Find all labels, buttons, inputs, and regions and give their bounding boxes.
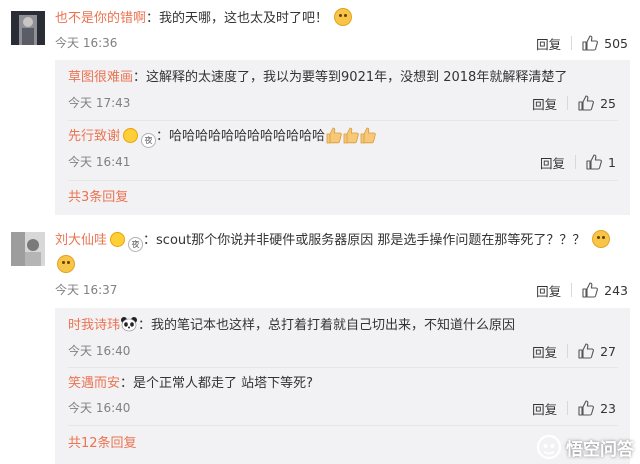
- reply-button[interactable]: 回复: [532, 342, 557, 361]
- reply-actions: 回复 25: [532, 93, 616, 113]
- member-crown-icon: [110, 232, 126, 247]
- comment-actions: 回复 243: [536, 280, 628, 300]
- divider: [575, 155, 577, 169]
- comment-text: 我的天哪，这也太及时了吧！: [159, 11, 329, 26]
- reply-line: 草图很难画：这解释的太速度了，我以为要等到9021年，没想到 2018年就解释清…: [68, 68, 567, 88]
- reply-actions: 回复 1: [540, 152, 616, 172]
- thumbs-up-icon[interactable]: [582, 35, 599, 51]
- timestamp: 今天 16:37: [55, 283, 118, 297]
- wukong-logo-icon: [536, 434, 562, 460]
- reply-line: 笑遇而安：是个正常人都走了 站塔下等死?: [68, 374, 313, 394]
- watermark-text: 悟空问答: [566, 439, 634, 460]
- like-count: 505: [604, 35, 628, 51]
- thumbs-up-emoji-icon: [326, 127, 342, 144]
- reply-divider: [68, 425, 618, 426]
- member-crown-icon: [123, 128, 139, 143]
- like-count: 25: [600, 95, 616, 111]
- reply-actions: 回复 27: [532, 341, 616, 361]
- like-count: 243: [604, 282, 628, 298]
- like-count: 1: [608, 154, 616, 170]
- reply-button[interactable]: 回复: [536, 281, 561, 300]
- reply-button[interactable]: 回复: [532, 399, 557, 418]
- colon: ：: [156, 129, 170, 144]
- reply-button[interactable]: 回复: [536, 34, 561, 53]
- blushing-face-icon: [334, 8, 353, 26]
- timestamp: 今天 17:43: [68, 96, 131, 110]
- comment-line-wrap: [55, 255, 75, 276]
- reply-divider: [68, 180, 618, 181]
- reply-divider: [68, 367, 618, 368]
- like-count: 23: [600, 400, 616, 416]
- avatar[interactable]: [11, 232, 45, 266]
- colon: ：: [143, 233, 157, 248]
- username-link[interactable]: 先行致谢: [68, 129, 120, 144]
- thumbs-up-emoji-icon: [360, 127, 376, 144]
- username-link[interactable]: 时我诗玮: [68, 318, 120, 333]
- like-count: 27: [600, 343, 616, 359]
- smiling-face-icon: [57, 255, 75, 273]
- thumbs-up-emoji-icon: [343, 127, 359, 144]
- reply-line: 先行致谢 夜：哈哈哈哈哈哈哈哈哈哈哈哈: [68, 127, 376, 148]
- timestamp: 今天 16:36: [55, 36, 118, 50]
- reply-text: 我的笔记本也这样，总打着打着就自己切出来，不知道什么原因: [151, 318, 516, 333]
- avatar[interactable]: [11, 11, 45, 45]
- username-link[interactable]: 也不是你的错啊: [55, 11, 146, 26]
- thumbs-up-icon[interactable]: [578, 343, 595, 359]
- thumbs-up-icon[interactable]: [582, 282, 599, 298]
- timestamp: 今天 16:41: [68, 155, 131, 169]
- watermark: 悟空问答: [536, 434, 634, 460]
- reply-button[interactable]: 回复: [540, 153, 565, 172]
- comment-line: 也不是你的错啊：我的天哪，这也太及时了吧！: [55, 8, 353, 29]
- thumbs-up-icon[interactable]: [586, 154, 602, 170]
- timestamp: 今天 16:40: [68, 344, 131, 358]
- thumbs-up-icon[interactable]: [578, 95, 595, 111]
- reply-text: 这解释的太速度了，我以为要等到9021年，没想到 2018年就解释清楚了: [146, 70, 568, 85]
- colon: ：: [133, 70, 147, 85]
- comment-line: 刘大仙哇 夜：scout那个你说并非硬件或服务器原因 那是选手操作问题在那等死了？…: [55, 230, 610, 252]
- timestamp: 今天 16:40: [68, 401, 131, 415]
- reply-text: 哈哈哈哈哈哈哈哈哈哈哈哈: [169, 129, 326, 144]
- reply-divider: [68, 120, 618, 121]
- divider: [571, 36, 573, 50]
- divider: [571, 283, 573, 297]
- more-replies-link[interactable]: 共12条回复: [68, 435, 137, 453]
- colon: ：: [138, 318, 152, 333]
- more-replies-link[interactable]: 共3条回复: [68, 189, 128, 207]
- colon: ：: [120, 376, 134, 391]
- smiling-face-icon: [591, 230, 610, 248]
- username-link[interactable]: 笑遇而安: [68, 376, 120, 391]
- username-link[interactable]: 草图很难画: [68, 70, 133, 85]
- comment-text: scout那个你说并非硬件或服务器原因 那是选手操作问题在那等死了？？？: [156, 233, 586, 248]
- divider: [567, 344, 569, 358]
- dark-portrait-avatar-icon: [11, 11, 45, 45]
- grey-portrait-avatar-icon: [11, 232, 45, 266]
- reply-line: 时我诗玮 ：我的笔记本也这样，总打着打着就自己切出来，不知道什么原因: [68, 316, 515, 336]
- night-badge-icon: 夜: [128, 237, 144, 252]
- thumbs-up-icon[interactable]: [578, 400, 595, 416]
- reply-actions: 回复 23: [532, 398, 616, 418]
- comment-actions: 回复 505: [536, 33, 628, 53]
- night-badge-icon: 夜: [141, 133, 157, 148]
- panda-icon: [121, 317, 138, 332]
- username-link[interactable]: 刘大仙哇: [55, 233, 107, 248]
- reply-text: 是个正常人都走了 站塔下等死?: [133, 376, 314, 391]
- reply-button[interactable]: 回复: [532, 94, 557, 113]
- divider: [567, 96, 569, 110]
- colon: ：: [146, 11, 160, 26]
- divider: [567, 401, 569, 415]
